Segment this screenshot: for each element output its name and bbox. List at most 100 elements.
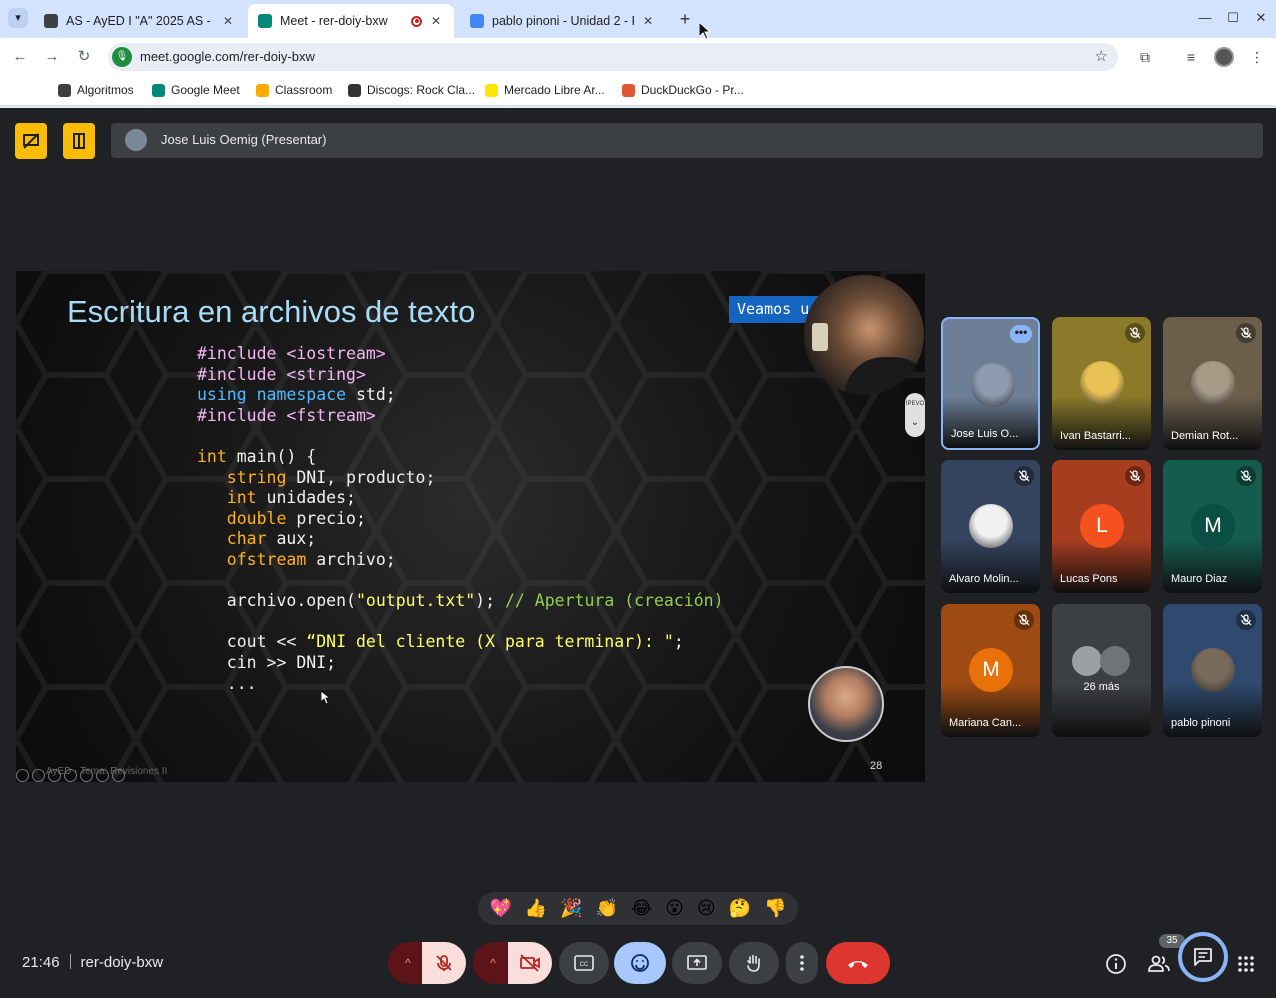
- captions-button[interactable]: CC: [559, 942, 609, 984]
- close-tab-icon[interactable]: ✕: [220, 14, 236, 28]
- participant-name: 26 más: [1083, 681, 1120, 693]
- present-screen-button[interactable]: [672, 942, 722, 984]
- meet-favicon-icon: [258, 14, 272, 28]
- participant-tile[interactable]: pablo pinoni: [1163, 604, 1262, 737]
- activities-button[interactable]: [1234, 952, 1258, 976]
- bookmark-icon: [622, 83, 635, 97]
- tab-search-button[interactable]: ▾: [8, 8, 28, 28]
- close-window-button[interactable]: ✕: [1249, 8, 1273, 28]
- mic-off-icon: [1236, 323, 1256, 343]
- video-options-button[interactable]: ^: [473, 942, 513, 984]
- hang-up-icon: [848, 961, 868, 968]
- reaction-emoji[interactable]: 😂: [631, 892, 652, 925]
- camera-icon[interactable]: [80, 769, 93, 782]
- back-button[interactable]: ←: [10, 47, 30, 67]
- zoom-icon[interactable]: [48, 769, 61, 782]
- mic-toggle-button[interactable]: [422, 942, 466, 984]
- tab-title: pablo pinoni - Unidad 2 - Pa: [492, 14, 634, 28]
- prev-slide-icon[interactable]: [16, 769, 29, 782]
- reaction-emoji[interactable]: 😢: [697, 892, 716, 925]
- reaction-emoji[interactable]: 👍: [525, 892, 547, 925]
- participant-tile[interactable]: Demian Rot...: [1163, 317, 1262, 450]
- raise-hand-button[interactable]: [729, 942, 779, 984]
- more-options-button[interactable]: [786, 942, 818, 984]
- apps-grid-icon: [1238, 956, 1254, 972]
- code-line: archivo.open("output.txt"); // Apertura …: [197, 591, 724, 611]
- forward-button[interactable]: →: [42, 47, 62, 67]
- info-icon: [1106, 954, 1126, 974]
- tab-docs[interactable]: pablo pinoni - Unidad 2 - Pa ✕: [460, 4, 666, 38]
- bookmark-google-meet[interactable]: Google Meet: [152, 83, 240, 97]
- browser-menu-icon[interactable]: ⋮: [1247, 47, 1267, 67]
- mic-off-icon: [1125, 323, 1145, 343]
- reaction-emoji[interactable]: 🎉: [560, 892, 582, 925]
- pen-icon[interactable]: [32, 769, 45, 782]
- presenter-avatar: [125, 129, 147, 151]
- microphone-active-icon[interactable]: 🎙: [112, 47, 132, 67]
- close-tab-icon[interactable]: ✕: [428, 14, 444, 28]
- bookmark-discogs[interactable]: Discogs: Rock Cla...: [348, 83, 475, 97]
- slide-controls: [16, 769, 125, 782]
- layout-button[interactable]: [63, 123, 95, 159]
- code-line: ofstream archivo;: [197, 549, 396, 569]
- bookmark-icon: [485, 83, 498, 97]
- bookmark-algoritmos[interactable]: Algoritmos: [58, 83, 134, 97]
- svg-text:CC: CC: [580, 962, 589, 968]
- participant-tile[interactable]: Ivan Bastarri...: [1052, 317, 1151, 450]
- extensions-icon[interactable]: ⧉: [1135, 47, 1155, 67]
- camera-off-icon: [520, 954, 540, 972]
- captions-icon[interactable]: [64, 769, 77, 782]
- reaction-emoji[interactable]: 👏: [596, 892, 618, 925]
- close-tab-icon[interactable]: ✕: [640, 14, 656, 28]
- more-options-icon[interactable]: •••: [1010, 325, 1032, 343]
- mic-off-icon: [1014, 466, 1034, 486]
- meeting-details-button[interactable]: [1104, 952, 1128, 976]
- participant-name: Demian Rot...: [1171, 430, 1239, 442]
- tab-meet[interactable]: Meet - rer-doiy-bxw ✕: [248, 4, 454, 38]
- participant-tile[interactable]: 26 más: [1052, 604, 1151, 737]
- participant-tile[interactable]: Jose Luis O... •••: [941, 317, 1040, 450]
- leave-call-button[interactable]: [826, 942, 890, 984]
- present-screen-icon: [687, 955, 707, 970]
- ipevo-widget[interactable]: IPEVO ⌄: [905, 393, 925, 437]
- reaction-emoji[interactable]: 👎: [764, 892, 786, 925]
- code-line: #include <fstream>: [197, 405, 376, 425]
- chat-button[interactable]: [1178, 932, 1228, 982]
- profile-avatar[interactable]: [1214, 47, 1234, 67]
- reaction-emoji[interactable]: 🤔: [729, 892, 751, 925]
- participant-tile[interactable]: Alvaro Molin...: [941, 460, 1040, 593]
- webcam-face-bubble: [808, 666, 884, 742]
- participant-tile[interactable]: M Mauro Diaz: [1163, 460, 1262, 593]
- participant-name: Mariana Can...: [949, 717, 1022, 729]
- more-options-icon[interactable]: [96, 769, 109, 782]
- people-button[interactable]: [1147, 952, 1171, 976]
- maximize-button[interactable]: ☐: [1221, 8, 1245, 28]
- reaction-emoji[interactable]: 😮: [665, 892, 684, 925]
- bookmark-star-icon[interactable]: ☆: [1095, 47, 1108, 65]
- mic-off-icon: [1014, 610, 1034, 630]
- bookmark-icon: [256, 83, 269, 97]
- bookmark-mercado-libre[interactable]: Mercado Libre Ar...: [485, 83, 605, 97]
- camera-toggle-button[interactable]: [508, 942, 552, 984]
- bookmark-label: Classroom: [275, 83, 333, 97]
- tab-ayed[interactable]: AS - AyED I "A" 2025 AS - Al ✕: [34, 4, 246, 38]
- reactions-button[interactable]: [614, 942, 666, 984]
- slide-number: 28: [870, 760, 883, 772]
- address-bar[interactable]: 🎙 meet.google.com/rer-doiy-bxw ☆: [108, 43, 1118, 71]
- reaction-emoji[interactable]: 💖: [489, 892, 511, 925]
- stop-presentation-button[interactable]: [15, 123, 47, 159]
- mic-off-icon: [1236, 610, 1256, 630]
- media-controls-icon[interactable]: ≡: [1181, 47, 1201, 67]
- reload-button[interactable]: ↻: [74, 47, 94, 67]
- bookmark-classroom[interactable]: Classroom: [256, 83, 332, 97]
- participant-tile[interactable]: L Lucas Pons: [1052, 460, 1151, 593]
- code-line: #include <string>: [197, 364, 366, 384]
- chevron-down-icon[interactable]: ⌄: [905, 417, 925, 435]
- next-slide-icon[interactable]: [112, 769, 125, 782]
- participant-name: Alvaro Molin...: [949, 573, 1019, 585]
- minimize-button[interactable]: —: [1193, 8, 1217, 28]
- bookmark-duckduckgo[interactable]: DuckDuckGo - Pr...: [622, 83, 744, 97]
- bookmark-label: Google Meet: [171, 83, 240, 97]
- participant-tile[interactable]: M Mariana Can...: [941, 604, 1040, 737]
- new-tab-button[interactable]: +: [674, 8, 696, 30]
